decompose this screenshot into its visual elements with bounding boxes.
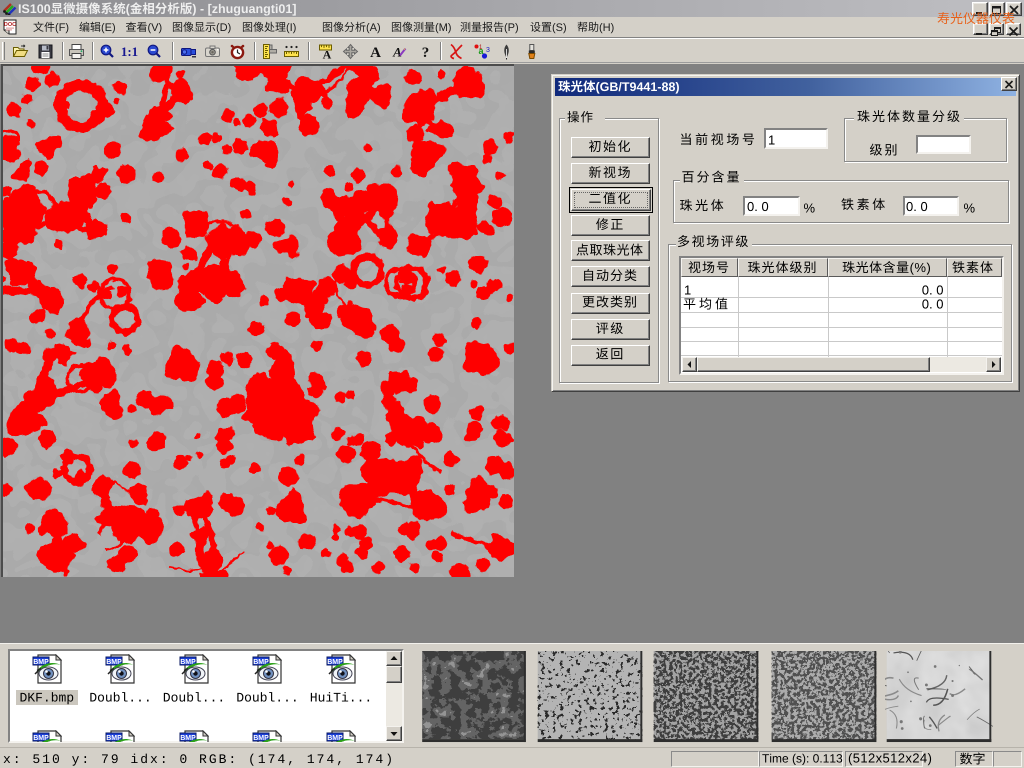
svg-text:?: ? [422, 45, 430, 60]
svg-text:A: A [392, 45, 402, 60]
svg-text:1:1: 1:1 [121, 44, 138, 59]
svg-text:A: A [370, 45, 381, 60]
svg-text:3: 3 [486, 47, 490, 54]
svg-text:A: A [323, 48, 332, 61]
svg-text:DOC: DOC [4, 22, 16, 28]
